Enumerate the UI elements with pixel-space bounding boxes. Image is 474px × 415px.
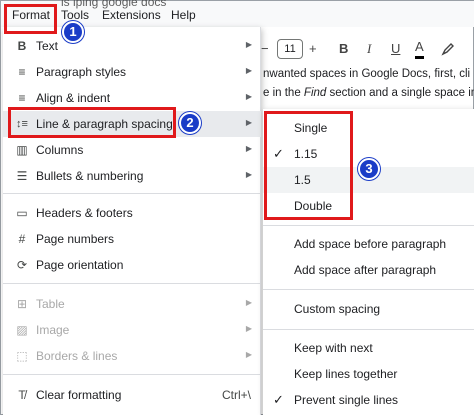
submenu-item-add-space-after[interactable]: Add space after paragraph bbox=[263, 257, 474, 283]
step-badge-2: 2 bbox=[179, 112, 201, 134]
highlight-pen-icon[interactable] bbox=[441, 37, 455, 64]
header-footer-icon: ▭ bbox=[16, 206, 28, 220]
check-icon: ✓ bbox=[273, 392, 284, 407]
menu-item-clear-formatting[interactable]: T̸ Clear formatting Ctrl+\ bbox=[3, 382, 261, 408]
underline-button[interactable]: U bbox=[391, 37, 400, 61]
step-badge-3: 3 bbox=[358, 158, 380, 180]
menu-item-page-orientation[interactable]: ⟳ Page orientation bbox=[3, 252, 261, 278]
document-text-line: e in the Find section and a single space… bbox=[263, 87, 474, 99]
chevron-right-icon: ▶ bbox=[245, 298, 252, 307]
menu-item-borders-lines[interactable]: ⬚ Borders & lines ▶ bbox=[3, 343, 261, 369]
menu-item-table[interactable]: ⊞ Table ▶ bbox=[3, 291, 261, 317]
menu-item-label: Text bbox=[36, 39, 59, 53]
submenu-item-label: Prevent single lines bbox=[294, 393, 399, 407]
bold-button[interactable]: B bbox=[339, 37, 348, 61]
menu-item-bullets-numbering[interactable]: ☰ Bullets & numbering ▶ bbox=[3, 163, 261, 189]
document-text-fragment: section and a single space in bbox=[326, 87, 474, 99]
callout-box-spacing-options bbox=[264, 111, 353, 220]
menu-item-label: Page numbers bbox=[36, 232, 115, 246]
columns-icon: ▥ bbox=[16, 143, 28, 157]
font-size-decrease-button[interactable]: − bbox=[261, 37, 269, 61]
menu-item-label: Image bbox=[36, 323, 70, 337]
menu-item-label: Columns bbox=[36, 143, 84, 157]
submenu-item-label: Add space after paragraph bbox=[294, 263, 437, 277]
chevron-right-icon: ▶ bbox=[245, 324, 252, 333]
borders-icon: ⬚ bbox=[16, 349, 28, 363]
text-color-button[interactable]: A bbox=[415, 37, 424, 59]
document-text-fragment: e in the bbox=[263, 87, 304, 99]
menu-item-label: Bullets & numbering bbox=[36, 169, 144, 183]
submenu-item-label: Custom spacing bbox=[294, 302, 381, 316]
bulleted-list-icon: ☰ bbox=[16, 169, 28, 183]
menu-item-label: Headers & footers bbox=[36, 206, 133, 220]
submenu-item-add-space-before[interactable]: Add space before paragraph bbox=[263, 231, 474, 257]
menu-divider bbox=[3, 374, 261, 375]
submenu-item-label: Keep with next bbox=[294, 341, 373, 355]
format-menu: B Text ▶ ≡ Paragraph styles ▶ ≡ Align & … bbox=[3, 27, 261, 415]
chevron-right-icon: ▶ bbox=[245, 92, 252, 101]
paragraph-styles-icon: ≡ bbox=[18, 65, 26, 79]
submenu-item-label: Add space before paragraph bbox=[294, 237, 447, 251]
hash-icon: # bbox=[18, 232, 26, 246]
document-text-italic: Find bbox=[303, 87, 327, 99]
menu-divider bbox=[3, 283, 261, 284]
menu-tools[interactable]: Tools bbox=[61, 8, 89, 22]
callout-box-line-spacing bbox=[8, 107, 176, 138]
chevron-right-icon: ▶ bbox=[245, 170, 252, 179]
menu-item-headers-footers[interactable]: ▭ Headers & footers bbox=[3, 200, 261, 226]
menu-item-page-numbers[interactable]: # Page numbers bbox=[3, 226, 261, 252]
page-orientation-icon: ⟳ bbox=[16, 258, 28, 272]
menu-item-label: Align & indent bbox=[36, 91, 111, 105]
bold-icon: B bbox=[17, 39, 27, 53]
menu-item-label: Borders & lines bbox=[36, 349, 118, 363]
chevron-right-icon: ▶ bbox=[245, 118, 252, 127]
submenu-item-keep-with-next[interactable]: Keep with next bbox=[263, 335, 474, 361]
menu-item-paragraph-styles[interactable]: ≡ Paragraph styles ▶ bbox=[3, 59, 261, 85]
menu-item-columns[interactable]: ▥ Columns ▶ bbox=[3, 137, 261, 163]
align-icon: ≡ bbox=[18, 91, 26, 105]
submenu-item-prevent-single-lines[interactable]: ✓ Prevent single lines bbox=[263, 387, 474, 413]
submenu-divider bbox=[263, 225, 474, 226]
submenu-item-label: Keep lines together bbox=[294, 367, 398, 381]
menu-item-label: Table bbox=[36, 297, 65, 311]
menu-item-label: Clear formatting bbox=[36, 388, 122, 402]
menu-help[interactable]: Help bbox=[171, 8, 196, 22]
menu-extensions[interactable]: Extensions bbox=[102, 8, 161, 22]
chevron-right-icon: ▶ bbox=[245, 66, 252, 75]
image-icon: ▨ bbox=[16, 323, 28, 337]
clear-formatting-icon: T̸ bbox=[18, 388, 26, 402]
menu-item-image[interactable]: ▨ Image ▶ bbox=[3, 317, 261, 343]
step-badge-1: 1 bbox=[62, 21, 84, 43]
menu-divider bbox=[3, 193, 261, 194]
chevron-right-icon: ▶ bbox=[245, 144, 252, 153]
document-text-line: nwanted spaces in Google Docs, first, cl… bbox=[263, 68, 471, 80]
font-size-input[interactable]: 11 bbox=[277, 39, 303, 59]
font-size-increase-button[interactable]: + bbox=[309, 37, 317, 61]
chevron-right-icon: ▶ bbox=[245, 350, 252, 359]
toolbar: − 11 + B I U A bbox=[259, 37, 474, 61]
submenu-item-keep-lines-together[interactable]: Keep lines together bbox=[263, 361, 474, 387]
callout-box-format bbox=[4, 4, 57, 34]
menu-item-text[interactable]: B Text ▶ bbox=[3, 33, 261, 59]
submenu-divider bbox=[263, 329, 474, 330]
menu-item-label: Paragraph styles bbox=[36, 65, 127, 79]
submenu-divider bbox=[263, 289, 474, 290]
shortcut-label: Ctrl+\ bbox=[221, 388, 251, 402]
italic-button[interactable]: I bbox=[367, 37, 371, 61]
submenu-item-custom-spacing[interactable]: Custom spacing bbox=[263, 296, 474, 322]
menu-item-label: Page orientation bbox=[36, 258, 124, 272]
table-icon: ⊞ bbox=[16, 297, 28, 311]
chevron-right-icon: ▶ bbox=[245, 40, 252, 49]
